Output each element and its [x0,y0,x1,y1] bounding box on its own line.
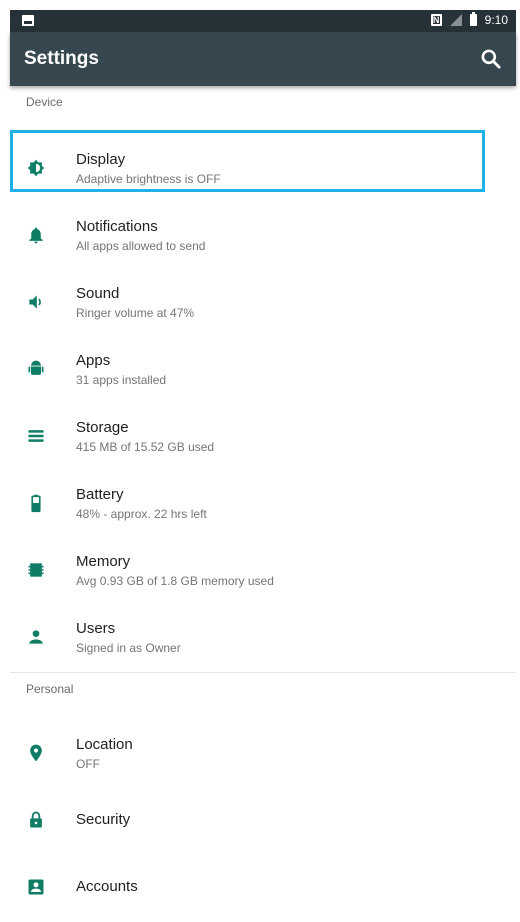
page-title: Settings [24,48,99,69]
item-label: Notifications [76,218,158,235]
section-header-device: Device [26,95,63,109]
item-label: Users [76,620,116,637]
settings-screen: N 9:10 Settings Device Display Adaptive … [10,10,516,895]
settings-item-sound[interactable]: Sound Ringer volume at 47% [10,270,516,337]
section-header-personal: Personal [26,682,74,696]
location-pin-icon [26,743,46,763]
settings-item-apps[interactable]: Apps 31 apps installed [10,337,516,404]
signal-icon [449,14,462,26]
item-summary: Ringer volume at 47% [76,306,195,320]
item-summary: 31 apps installed [76,373,167,387]
settings-item-battery[interactable]: Battery 48% - approx. 22 hrs left [10,471,516,538]
item-summary: Adaptive brightness is OFF [76,172,221,186]
item-summary: 48% - approx. 22 hrs left [76,507,207,521]
settings-item-users[interactable]: Users Signed in as Owner [10,605,516,672]
item-summary: 415 MB of 15.52 GB used [76,440,215,454]
person-icon [26,627,46,647]
search-icon [481,49,501,69]
account-box-icon [26,877,46,897]
section-divider [10,672,516,673]
item-label: Display [76,151,126,168]
status-time: 9:10 [484,13,508,27]
item-label: Battery [76,486,124,503]
item-label: Memory [76,553,131,570]
settings-item-display[interactable]: Display Adaptive brightness is OFF [10,136,516,203]
battery-status-icon [469,12,477,26]
search-button[interactable] [478,46,504,72]
brightness-icon [26,158,46,178]
app-bar: Settings [10,32,516,86]
item-summary: OFF [76,757,100,771]
item-label: Apps [76,352,111,369]
status-bar: N 9:10 [10,10,516,32]
settings-item-storage[interactable]: Storage 415 MB of 15.52 GB used [10,404,516,471]
settings-item-security[interactable]: Security [10,788,516,855]
status-icons: N 9:10 [430,12,508,27]
lock-icon [26,810,46,830]
battery-icon [26,493,46,513]
item-label: Sound [76,285,120,302]
settings-item-memory[interactable]: Memory Avg 0.93 GB of 1.8 GB memory used [10,538,516,605]
item-label: Location [76,736,133,753]
item-summary: Signed in as Owner [76,641,181,655]
memory-icon [26,560,46,580]
item-label: Storage [76,419,129,436]
image-notification-icon [22,15,34,26]
volume-icon [26,292,46,312]
android-icon [26,359,46,379]
settings-item-location[interactable]: Location OFF [10,721,516,788]
item-summary: All apps allowed to send [76,239,206,253]
storage-icon [26,426,46,446]
item-summary: Avg 0.93 GB of 1.8 GB memory used [76,574,274,588]
nfc-icon: N [430,14,442,26]
bell-icon [26,225,46,245]
item-label: Security [76,811,131,828]
settings-item-notifications[interactable]: Notifications All apps allowed to send [10,203,516,270]
settings-item-accounts[interactable]: Accounts [10,855,516,922]
